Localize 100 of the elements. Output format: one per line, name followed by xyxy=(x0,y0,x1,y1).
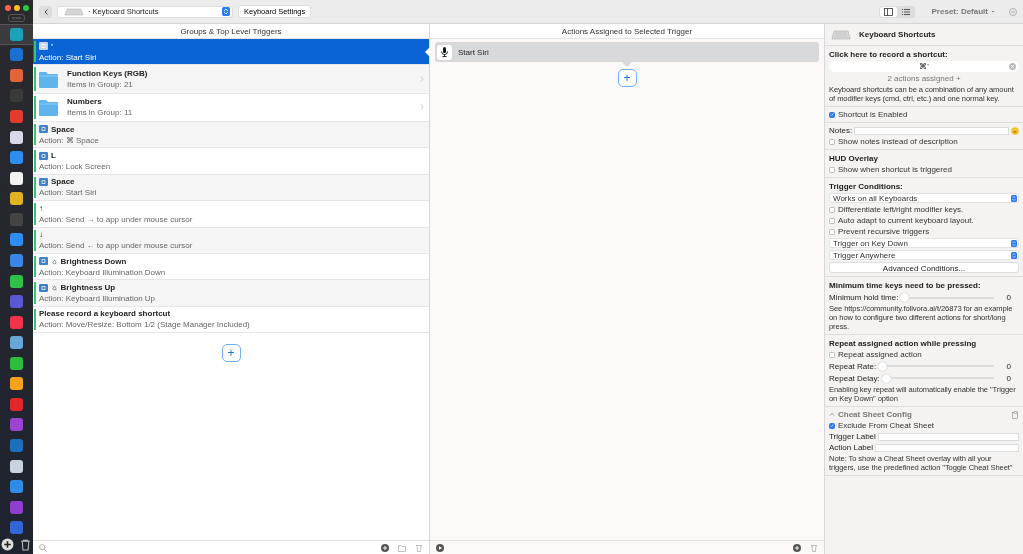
enabled-indicator xyxy=(34,308,36,331)
chevron-up-icon xyxy=(829,411,835,418)
app-icon[interactable] xyxy=(10,130,23,144)
trash-icon[interactable] xyxy=(19,538,32,552)
checkbox[interactable]: Exclude From Cheat Sheet xyxy=(829,421,935,430)
enabled-indicator xyxy=(34,203,36,225)
slider-value: 0 xyxy=(1005,292,1012,302)
enabled-indicator xyxy=(34,124,36,146)
keyboard-icon xyxy=(831,29,851,40)
trigger-row[interactable]: Please record a keyboard shortcut Action: Move/Resize: Bottom 1/2 (Stage Manager Included) xyxy=(33,306,429,334)
trigger-row[interactable]: L Action: Lock Screen xyxy=(33,148,429,175)
slider-thumb[interactable] xyxy=(881,373,891,383)
trigger-row[interactable]: ↑ Action: Send → to app under mouse cursor xyxy=(33,201,429,228)
trigger-row[interactable]: ☼ Brightness Up Action: Keyboard Illumination Up xyxy=(33,280,429,307)
app-icon[interactable] xyxy=(10,171,23,185)
app-icon[interactable] xyxy=(10,459,23,473)
add-icon[interactable] xyxy=(1,538,14,552)
copy-icon[interactable] xyxy=(1012,410,1019,419)
stepper-icon xyxy=(1011,251,1017,259)
app-icon[interactable] xyxy=(10,192,23,206)
add-icon[interactable] xyxy=(381,543,389,552)
field-label: Action Label xyxy=(829,443,874,452)
trigger-action: Items in Group: 21 xyxy=(67,80,134,90)
actions-assigned-link[interactable]: 2 actions assigned + xyxy=(829,74,1019,83)
section-toggle[interactable]: Cheat Sheet Config xyxy=(829,410,912,419)
caret-icon xyxy=(990,8,996,15)
checkbox[interactable]: Show notes instead of description xyxy=(829,137,958,146)
trigger-title: ☼ Brightness Up xyxy=(51,283,116,292)
checkbox[interactable]: Prevent recursive triggers xyxy=(829,227,930,236)
trigger-title: ↓ xyxy=(39,230,43,240)
stepper-icon xyxy=(1011,239,1017,247)
text-field[interactable] xyxy=(877,432,1019,441)
folder-icon xyxy=(39,98,58,116)
slider-thumb[interactable] xyxy=(900,292,910,302)
section-heading: Trigger Conditions: xyxy=(829,181,904,191)
section-heading: Click here to record a shortcut: xyxy=(829,49,949,59)
shortcut-field[interactable]: ⌘' xyxy=(829,61,1019,72)
section-heading: Minimum time keys need to be pressed: xyxy=(829,280,982,290)
play-icon[interactable] xyxy=(436,543,444,552)
group-row[interactable]: Numbers Items in Group: 11 xyxy=(33,93,429,122)
slider-label: Repeat Rate: xyxy=(829,361,877,371)
chevron-left-icon xyxy=(43,8,48,15)
dropdown[interactable]: Trigger Anywhere xyxy=(829,250,1019,260)
checkbox[interactable]: Show when shortcut is triggered xyxy=(829,165,952,174)
field-label: Trigger Label xyxy=(829,432,876,441)
slider-label: Minimum hold time: xyxy=(829,292,899,302)
app-icon[interactable] xyxy=(10,377,23,391)
trigger-row[interactable]: ↓ Action: Send ← to app under mouse cursor xyxy=(33,227,429,254)
checkbox[interactable]: Repeat assigned action xyxy=(829,350,922,359)
checkbox[interactable]: Differentiate left/right modifier keys. xyxy=(829,205,964,214)
chevron-right-icon xyxy=(420,104,424,111)
column-header: Actions Assigned to Selected Trigger xyxy=(430,24,824,39)
checkmark-icon xyxy=(830,422,834,429)
columns-icon xyxy=(883,7,893,16)
enabled-indicator xyxy=(34,255,36,278)
enabled-indicator xyxy=(34,95,36,119)
trigger-title: Numbers xyxy=(67,97,102,107)
stepper-icon xyxy=(1011,194,1017,202)
slider-value: 0 xyxy=(1005,373,1012,383)
text-field[interactable] xyxy=(854,126,1009,135)
app-icon[interactable] xyxy=(10,274,23,288)
trigger-title: Please record a keyboard shortcut xyxy=(39,309,171,319)
trigger-row[interactable]: Space Action: Start Siri xyxy=(33,174,429,202)
trigger-title: Function Keys (RGB) xyxy=(67,69,148,79)
checkbox[interactable]: Auto adapt to current keyboard layout. xyxy=(829,216,974,225)
folder-icon xyxy=(39,70,58,88)
trigger-action: Action: Send → to app under mouse cursor xyxy=(39,214,193,224)
enabled-indicator xyxy=(34,229,36,251)
slider-value: 0 xyxy=(1005,361,1012,371)
dropdown[interactable]: Trigger on Key Down xyxy=(829,238,1019,248)
slider-thumb[interactable] xyxy=(878,361,888,371)
app-icon[interactable] xyxy=(10,336,23,350)
search-icon[interactable] xyxy=(39,543,47,552)
trigger-title: ☼ Brightness Down xyxy=(51,256,127,266)
keyboard-icon xyxy=(64,6,84,17)
columns-view-button[interactable] xyxy=(879,6,897,17)
pointer-icon xyxy=(622,62,632,67)
back-button[interactable] xyxy=(39,5,52,18)
trigger-action: Action: ⌘ Space xyxy=(39,135,99,145)
text-field[interactable] xyxy=(875,443,1019,452)
trigger-row[interactable]: Space Action: ⌘ Space xyxy=(33,122,429,149)
trigger-action: Action: Keyboard Illumination Down xyxy=(39,267,166,277)
preset-menu[interactable]: Preset: Default xyxy=(931,7,996,16)
group-row[interactable]: Function Keys (RGB) Items in Group: 21 xyxy=(33,65,429,94)
emoji-icon[interactable] xyxy=(1011,126,1019,135)
add-trigger-button[interactable]: + xyxy=(221,344,241,363)
add-icon[interactable] xyxy=(793,543,801,552)
inspector-title: Keyboard Shortcuts xyxy=(859,30,936,39)
checkbox[interactable]: Shortcut is Enabled xyxy=(829,110,908,119)
microphone-icon xyxy=(440,47,449,57)
trigger-title: Space xyxy=(51,177,75,187)
enabled-indicator xyxy=(34,176,36,199)
add-action-button[interactable]: + xyxy=(617,69,637,87)
trigger-row[interactable]: ' Action: Start Siri xyxy=(33,39,429,66)
enabled-indicator xyxy=(34,282,36,304)
app-icon[interactable] xyxy=(10,356,23,370)
dropdown[interactable]: Works on all Keyboards xyxy=(829,193,1019,203)
field-label: Notes: xyxy=(829,126,853,135)
advanced-conditions-button[interactable]: Advanced Conditions... xyxy=(829,262,1019,273)
trigger-action: Action: Keyboard Illumination Up xyxy=(39,294,156,303)
